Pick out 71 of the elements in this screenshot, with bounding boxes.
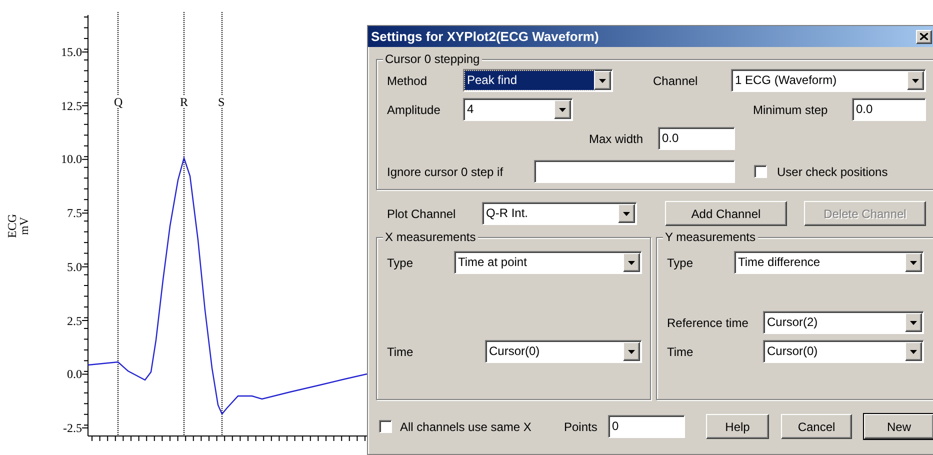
dropdown-field[interactable]: Q-R Int. bbox=[482, 202, 637, 225]
dropdown-button[interactable] bbox=[905, 342, 922, 361]
field-label: User check positions bbox=[777, 164, 888, 180]
caret-icon bbox=[912, 78, 919, 82]
field-label: Type bbox=[667, 254, 694, 272]
checkbox[interactable] bbox=[754, 165, 767, 178]
y-tick-label: -2.5 bbox=[63, 422, 82, 434]
group-legend: Y measurements bbox=[663, 230, 758, 244]
dropdown-button[interactable] bbox=[623, 253, 640, 272]
dialog-button[interactable]: New bbox=[864, 414, 933, 439]
cursor-label: Q bbox=[113, 96, 124, 108]
close-button[interactable] bbox=[916, 30, 932, 44]
checkbox[interactable] bbox=[379, 420, 392, 433]
window-title: Settings for XYPlot2(ECG Waveform) bbox=[371, 28, 599, 46]
channel-button[interactable]: Add Channel bbox=[665, 201, 787, 226]
field-label: Minimum step bbox=[753, 102, 829, 118]
input-field[interactable]: 0 bbox=[608, 415, 685, 438]
dropdown-button[interactable] bbox=[618, 204, 635, 223]
close-icon bbox=[920, 33, 928, 40]
dialog-button[interactable]: Cancel bbox=[781, 414, 852, 439]
group-legend: Cursor 0 stepping bbox=[383, 52, 482, 66]
dropdown-field[interactable]: 1 ECG (Waveform) bbox=[731, 69, 926, 92]
dropdown-field[interactable]: Cursor(0) bbox=[763, 340, 924, 363]
dropdown-field[interactable]: Peak find bbox=[463, 69, 613, 92]
caret-icon bbox=[559, 108, 566, 112]
input-field[interactable] bbox=[534, 160, 735, 183]
input-field[interactable]: 0.0 bbox=[852, 98, 926, 121]
cursor-label: R bbox=[179, 96, 190, 108]
field-label: Reference time bbox=[667, 314, 750, 332]
dropdown-button[interactable] bbox=[594, 71, 611, 90]
caret-icon bbox=[599, 78, 606, 82]
dropdown-field[interactable]: Time difference bbox=[734, 251, 924, 274]
y-tick-label: 12.5 bbox=[61, 100, 82, 112]
field-label: Time bbox=[387, 344, 414, 360]
dropdown-field[interactable]: Cursor(2) bbox=[763, 311, 924, 334]
field-label: Channel bbox=[653, 72, 699, 90]
input-field[interactable]: 0.0 bbox=[658, 127, 735, 150]
caret-icon bbox=[910, 260, 917, 264]
dropdown-field[interactable]: Time at point bbox=[454, 251, 642, 274]
dropdown-button[interactable] bbox=[623, 342, 640, 361]
y-tick-label: 5.0 bbox=[67, 260, 82, 273]
caret-icon bbox=[910, 320, 917, 324]
field-label: Ignore cursor 0 step if bbox=[387, 164, 504, 180]
caret-icon bbox=[910, 350, 917, 354]
dropdown-button[interactable] bbox=[905, 313, 922, 332]
field-label: Points bbox=[564, 418, 598, 436]
dropdown-field[interactable]: Cursor(0) bbox=[485, 340, 642, 363]
axis-label: ECG bbox=[6, 214, 18, 238]
dropdown-button[interactable] bbox=[905, 253, 922, 272]
field-label: Method bbox=[387, 72, 428, 90]
dialog-button[interactable]: Help bbox=[706, 414, 769, 439]
y-tick-label: 10.0 bbox=[61, 153, 82, 166]
caret-icon bbox=[623, 212, 630, 216]
field-label: Amplitude bbox=[387, 102, 442, 118]
cursor-label: S bbox=[217, 96, 226, 108]
field-label: Max width bbox=[589, 130, 644, 148]
dropdown-button[interactable] bbox=[907, 71, 924, 90]
axis-unit: mV bbox=[18, 217, 30, 235]
group-legend: X measurements bbox=[383, 230, 478, 244]
field-label: Type bbox=[387, 254, 414, 272]
y-tick-label: 0.0 bbox=[67, 368, 82, 380]
dropdown-button[interactable] bbox=[554, 100, 571, 119]
y-tick-label: 7.5 bbox=[67, 207, 82, 220]
y-tick-label: 15.0 bbox=[61, 46, 82, 58]
caret-icon bbox=[628, 350, 635, 354]
y-tick-label: 2.5 bbox=[67, 314, 82, 326]
dropdown-field[interactable]: 4 bbox=[463, 98, 573, 121]
field-label: Time bbox=[667, 344, 694, 360]
caret-icon bbox=[628, 260, 635, 264]
field-label: All channels use same X bbox=[400, 418, 532, 436]
field-label: Plot Channel bbox=[387, 206, 457, 222]
